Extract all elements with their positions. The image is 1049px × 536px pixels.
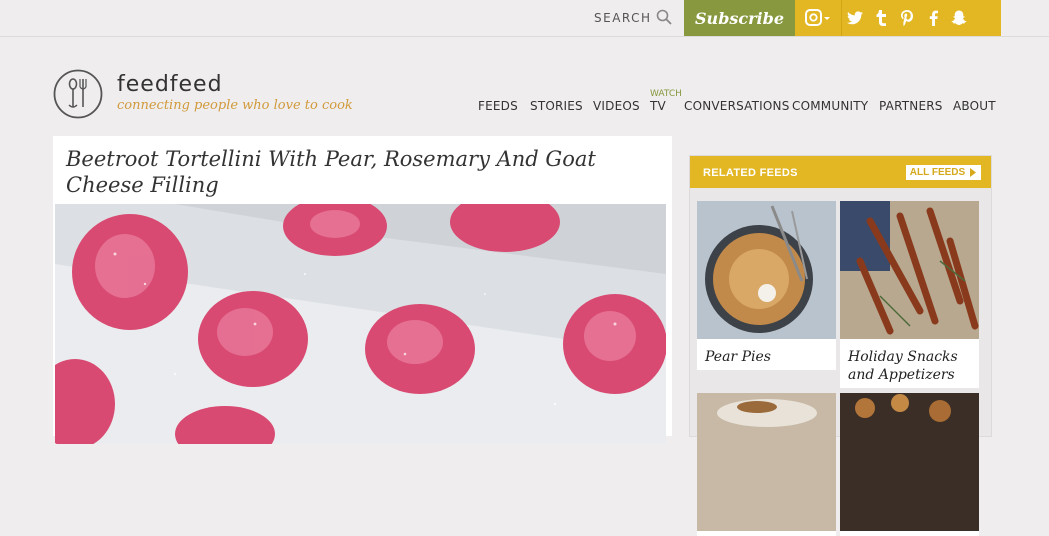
all-feeds-button[interactable]: ALL FEEDS (906, 165, 981, 180)
related-feeds-panel: RELATED FEEDS ALL FEEDS Pear Pies Holida… (689, 155, 992, 536)
top-bar: SEARCH Subscribe (0, 0, 1049, 37)
article-card: Beetroot Tortellini With Pear, Rosemary … (53, 136, 672, 444)
nav-item-videos[interactable]: VIDEOS (593, 99, 640, 113)
brand-tagline: connecting people who love to cook (117, 98, 353, 113)
dessert-image (697, 393, 836, 531)
related-feeds-title: RELATED FEEDS (703, 167, 798, 179)
nav-watch-label: WATCH (650, 89, 682, 99)
subscribe-button[interactable]: Subscribe (684, 0, 795, 36)
related-feeds-header: RELATED FEEDS ALL FEEDS (690, 156, 991, 188)
search-label[interactable]: SEARCH (594, 11, 652, 25)
pinterest-icon[interactable] (894, 0, 920, 36)
related-feed-card-third[interactable] (697, 393, 836, 536)
search-icon[interactable] (656, 9, 672, 25)
hero-image (55, 204, 666, 444)
nav-item-tv[interactable]: TV (650, 99, 666, 113)
cookies-image (840, 393, 979, 531)
related-feed-card-pear-pies[interactable]: Pear Pies (697, 201, 836, 370)
nav-item-about[interactable]: ABOUT (953, 99, 996, 113)
brand-name[interactable]: feedfeed (117, 72, 223, 97)
related-feed-card-holiday-snacks[interactable]: Holiday Snacks and Appetizers (840, 201, 979, 388)
nav-item-conversations[interactable]: CONVERSATIONS (684, 99, 790, 113)
twitter-icon[interactable] (842, 0, 868, 36)
related-feed-card-fourth[interactable] (840, 393, 979, 536)
nav-item-stories[interactable]: STORIES (530, 99, 583, 113)
nav-item-partners[interactable]: PARTNERS (879, 99, 943, 113)
all-feeds-label: ALL FEEDS (909, 167, 966, 178)
instagram-icon[interactable] (795, 0, 842, 36)
nav-item-community[interactable]: COMMUNITY (792, 99, 868, 113)
social-links (795, 0, 1001, 36)
facebook-icon[interactable] (920, 0, 946, 36)
article-title: Beetroot Tortellini With Pear, Rosemary … (66, 147, 596, 197)
card-label: Pear Pies (705, 349, 771, 365)
nav-item-feeds[interactable]: FEEDS (478, 99, 518, 113)
feedfeed-logo-icon[interactable] (53, 69, 103, 119)
pear-pie-image (697, 201, 836, 339)
card-label: Holiday Snacks and Appetizers (848, 349, 958, 383)
tumblr-icon[interactable] (868, 0, 894, 36)
arrow-right-icon (970, 168, 977, 177)
holiday-snacks-image (840, 201, 979, 339)
snapchat-icon[interactable] (946, 0, 972, 36)
